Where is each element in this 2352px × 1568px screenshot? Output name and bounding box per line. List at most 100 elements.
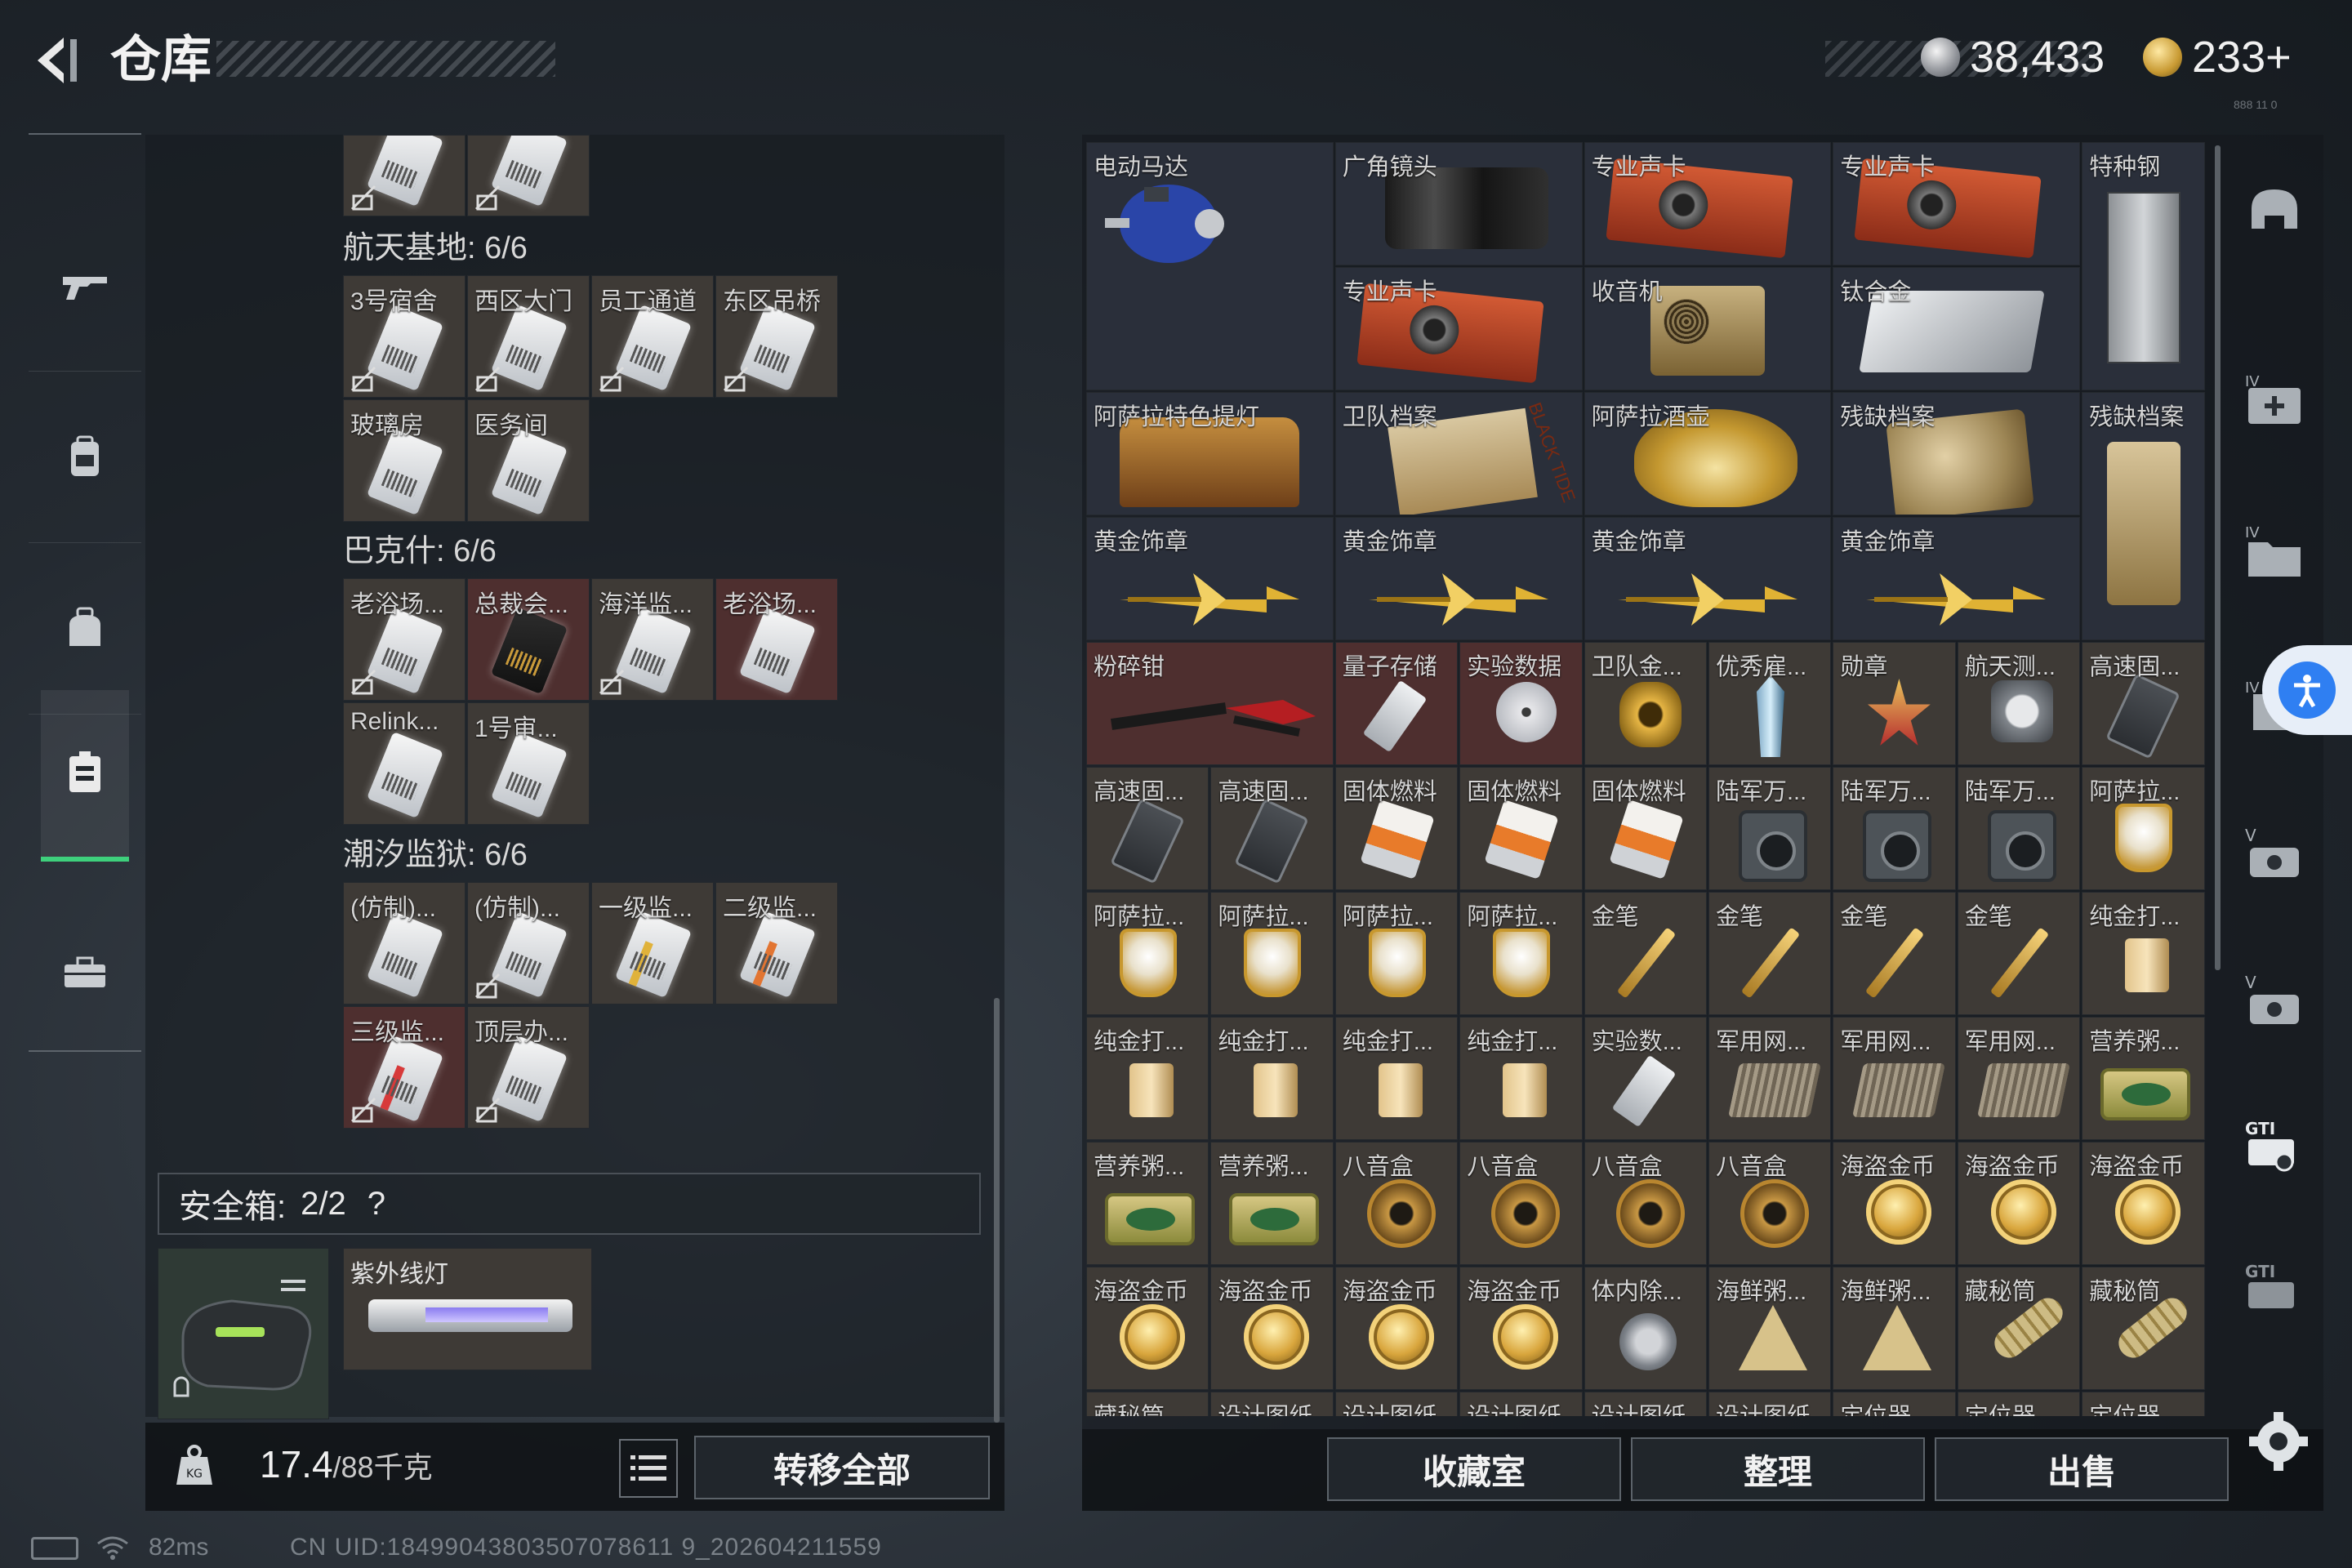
stash-item[interactable]: 定位器 [2082, 1392, 2205, 1416]
sell-button[interactable]: 出售 [1935, 1437, 2229, 1501]
stash-item[interactable]: 军用网... [1708, 1017, 1832, 1140]
stash-item[interactable]: 广角镜头 [1334, 142, 1583, 265]
stash-item[interactable]: 八音盒 [1334, 1142, 1459, 1265]
key-card-item[interactable]: 三级监... [343, 1006, 466, 1129]
stash-item[interactable]: 军用网... [1957, 1017, 2081, 1140]
stash-item[interactable]: 设计图纸 [1708, 1392, 1832, 1416]
key-card-item[interactable]: 1号审... [467, 702, 590, 825]
stash-item[interactable]: 固体燃料 [1584, 767, 1707, 890]
key-card-item[interactable]: 二级监... [715, 882, 838, 1004]
right-scrollbar[interactable] [2215, 145, 2221, 970]
stash-item[interactable]: 八音盒 [1708, 1142, 1832, 1265]
stash-item[interactable]: 黄金饰章 [1334, 517, 1583, 640]
currency-gold[interactable]: 233+ [2143, 31, 2292, 83]
key-card-partial[interactable] [467, 135, 590, 216]
stash-item[interactable]: 卫队档案 BLACK TIDE [1334, 392, 1583, 515]
stash-item[interactable]: 优秀雇... [1708, 642, 1832, 765]
stash-item[interactable]: 专业声卡 [1833, 142, 2081, 265]
stash-item[interactable]: 阿萨拉特色提灯 [1086, 392, 1334, 515]
rnav-gti[interactable]: GTI [2238, 1254, 2311, 1327]
stash-item[interactable]: 营养粥... [1210, 1142, 1334, 1265]
stash-item[interactable]: 海盗金币 [1459, 1267, 1583, 1390]
key-card-item[interactable]: (仿制)... [343, 882, 466, 1004]
nav-weapons[interactable] [29, 200, 141, 372]
stash-item[interactable]: 海盗金币 [1334, 1267, 1459, 1390]
key-card-item[interactable]: 顶层办... [467, 1006, 590, 1129]
stash-item[interactable]: 黄金饰章 [1086, 517, 1334, 640]
stash-item[interactable]: 钛合金 [1833, 267, 2081, 390]
stash-item[interactable]: 量子存储 [1334, 642, 1459, 765]
nav-toolbox[interactable] [29, 886, 141, 1058]
stash-item[interactable]: 阿萨拉... [1459, 892, 1583, 1015]
stash-item[interactable]: 黄金饰章 [1833, 517, 2081, 640]
nav-safebox[interactable] [41, 690, 129, 862]
settings-gear-icon[interactable] [2246, 1409, 2311, 1474]
stash-item[interactable]: 航天测... [1957, 642, 2081, 765]
stash-item[interactable]: 金笔 [1584, 892, 1707, 1015]
key-card-item[interactable]: 西区大门 [467, 275, 590, 398]
key-card-item[interactable]: 一级监... [591, 882, 714, 1004]
stash-item[interactable]: 纯金打... [1334, 1017, 1459, 1140]
help-button[interactable]: ? [368, 1186, 385, 1223]
stash-item[interactable]: 海鲜粥... [1833, 1267, 1956, 1390]
stash-item[interactable]: 阿萨拉... [1334, 892, 1459, 1015]
stash-item[interactable]: 阿萨拉... [1210, 892, 1334, 1015]
key-card-item[interactable]: 老浴场... [715, 578, 838, 701]
stash-item[interactable]: 金笔 [1708, 892, 1832, 1015]
key-card-item[interactable]: 玻璃房 [343, 399, 466, 522]
stash-item[interactable]: 阿萨拉... [1086, 892, 1209, 1015]
stash-item[interactable]: 实验数据 [1459, 642, 1583, 765]
stash-item[interactable]: 纯金打... [2082, 892, 2205, 1015]
stash-item[interactable]: 海盗金币 [1210, 1267, 1334, 1390]
safebox-container[interactable] [158, 1248, 329, 1419]
stash-item[interactable]: 阿萨拉酒壶 [1584, 392, 1832, 515]
stash-item[interactable]: 设计图纸 [1210, 1392, 1334, 1416]
stash-item[interactable]: 体内除... [1584, 1267, 1707, 1390]
list-view-button[interactable] [619, 1439, 678, 1498]
stash-item[interactable]: 营养粥... [2082, 1017, 2205, 1140]
stash-item[interactable]: 残缺档案 [1833, 392, 2081, 515]
nav-bag[interactable] [29, 543, 141, 715]
nav-equipment[interactable] [29, 372, 141, 543]
key-card-item[interactable]: 海洋监... [591, 578, 714, 701]
key-card-item[interactable]: 医务间 [467, 399, 590, 522]
stash-item[interactable]: 海盗金币 [1833, 1142, 1956, 1265]
stash-item[interactable]: 电动马达 [1086, 142, 1334, 390]
stash-item[interactable]: 营养粥... [1086, 1142, 1209, 1265]
key-card-item[interactable]: Relink... [343, 702, 466, 825]
rnav-armor-v2[interactable]: V [2238, 968, 2311, 1041]
stash-item[interactable]: 勋章 [1833, 642, 1956, 765]
key-card-item[interactable]: 员工通道 [591, 275, 714, 398]
collection-room-button[interactable]: 收藏室 [1327, 1437, 1621, 1501]
back-button[interactable] [23, 28, 88, 93]
rnav-armor-v1[interactable]: V [2238, 821, 2311, 894]
stash-item[interactable]: 高速固... [1210, 767, 1334, 890]
stash-item[interactable]: 收音机 [1584, 267, 1832, 390]
stash-item[interactable]: 海鲜粥... [1708, 1267, 1832, 1390]
stash-item[interactable]: 纯金打... [1210, 1017, 1334, 1140]
stash-item[interactable]: 设计图纸 [1584, 1392, 1707, 1416]
key-card-item[interactable]: (仿制)... [467, 882, 590, 1004]
stash-item[interactable]: 黄金饰章 [1584, 517, 1832, 640]
key-card-item[interactable]: 总裁会... [467, 578, 590, 701]
stash-item[interactable]: 定位器 [1957, 1392, 2081, 1416]
stash-item[interactable]: 纯金打... [1459, 1017, 1583, 1140]
stash-item[interactable]: 海盗金币 [1086, 1267, 1209, 1390]
stash-item[interactable]: 残缺档案 [2082, 392, 2205, 640]
transfer-all-button[interactable]: 转移全部 [694, 1436, 990, 1499]
key-card-item[interactable]: 3号宿舍 [343, 275, 466, 398]
stash-item[interactable]: 陆军万... [1957, 767, 2081, 890]
left-scrollbar[interactable] [994, 998, 1000, 1423]
stash-item[interactable]: 固体燃料 [1459, 767, 1583, 890]
stash-item[interactable]: 藏秘筒 [1086, 1392, 1209, 1416]
stash-item[interactable]: 粉碎钳 [1086, 642, 1334, 765]
stash-item[interactable]: 海盗金币 [2082, 1142, 2205, 1265]
stash-item[interactable]: 陆军万... [1708, 767, 1832, 890]
uv-lamp-item[interactable]: 紫外线灯 [343, 1248, 592, 1370]
stash-item[interactable]: 实验数... [1584, 1017, 1707, 1140]
stash-item[interactable]: 陆军万... [1833, 767, 1956, 890]
stash-item[interactable]: 设计图纸 [1334, 1392, 1459, 1416]
rnav-documents[interactable]: IV [2238, 519, 2311, 592]
stash-item[interactable]: 八音盒 [1459, 1142, 1583, 1265]
stash-item[interactable]: 专业声卡 [1334, 267, 1583, 390]
